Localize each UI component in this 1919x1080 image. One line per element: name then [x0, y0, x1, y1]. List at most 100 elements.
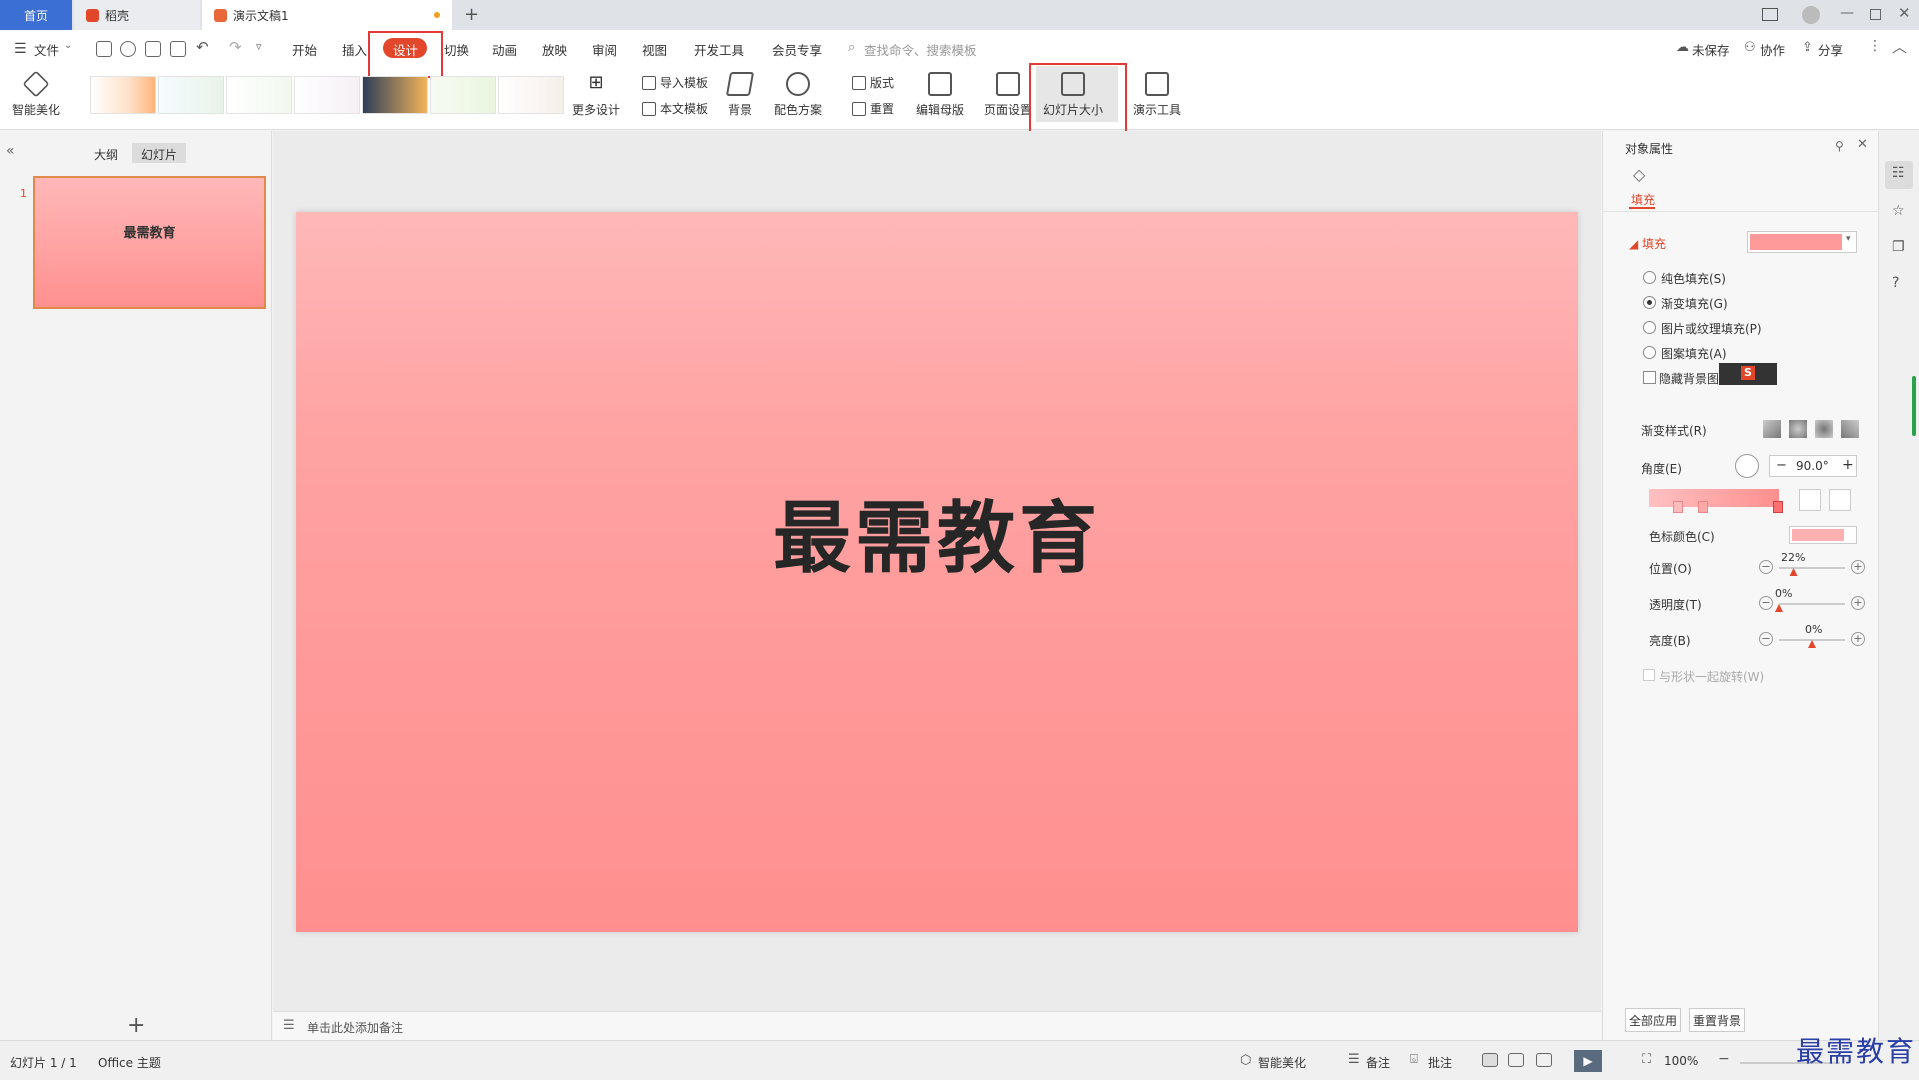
window-layout-icon[interactable]	[1762, 8, 1778, 21]
angle-increase-icon[interactable]: +	[1842, 457, 1854, 473]
save-icon[interactable]	[96, 41, 112, 57]
reset-button[interactable]: 重置	[852, 100, 894, 117]
menu-review[interactable]: 审阅	[592, 40, 617, 59]
position-slider[interactable]	[1779, 567, 1845, 569]
sorter-view-icon[interactable]	[1508, 1053, 1524, 1067]
transparency-thumb[interactable]	[1775, 604, 1783, 612]
panel-title[interactable]: 对象属性	[1625, 140, 1673, 157]
delete-stop-button[interactable]	[1829, 489, 1851, 511]
tab-outline[interactable]: 大纲	[94, 146, 118, 163]
stop-color-picker[interactable]	[1789, 526, 1857, 544]
rotate-with-shape-checkbox[interactable]	[1643, 669, 1655, 681]
menu-insert[interactable]: 插入	[342, 40, 367, 59]
print-preview-icon[interactable]	[170, 41, 186, 57]
tab-daoke[interactable]: 稻壳	[74, 0, 200, 30]
collaborate-button[interactable]: 协作	[1760, 40, 1785, 59]
template-thumb[interactable]	[90, 76, 156, 114]
angle-spinner[interactable]: − 90.0° +	[1769, 455, 1857, 477]
menu-view[interactable]: 视图	[642, 40, 667, 59]
new-tab-plus-icon[interactable]: +	[464, 4, 479, 25]
more-design-button[interactable]: ⊞ 更多设计	[572, 72, 620, 118]
close-window-icon[interactable]: ✕	[1898, 4, 1911, 22]
position-decrease-icon[interactable]: −	[1759, 560, 1773, 574]
menu-animation[interactable]: 动画	[492, 40, 517, 59]
menu-member[interactable]: 会员专享	[772, 40, 822, 59]
brightness-thumb[interactable]	[1808, 640, 1816, 648]
tab-home[interactable]: 首页	[0, 0, 72, 30]
help-icon[interactable]: ?	[1892, 275, 1899, 291]
comments-toggle[interactable]: 批注	[1428, 1054, 1452, 1071]
tab-slides[interactable]: 幻灯片	[141, 146, 177, 163]
transparency-slider[interactable]	[1779, 603, 1845, 605]
unsaved-status[interactable]: 未保存	[1692, 40, 1730, 59]
menu-devtools[interactable]: 开发工具	[694, 40, 744, 59]
smart-beautify-button[interactable]: 智能美化	[12, 70, 60, 118]
template-thumb[interactable]	[158, 76, 224, 114]
redo-icon[interactable]: ↷	[229, 38, 242, 56]
template-thumb[interactable]	[430, 76, 496, 114]
position-increase-icon[interactable]: +	[1851, 560, 1865, 574]
notes-input[interactable]: 单击此处添加备注	[307, 1019, 403, 1036]
template-thumb[interactable]	[226, 76, 292, 114]
gradient-bar[interactable]	[1649, 489, 1779, 507]
slide-title[interactable]: 最需教育	[773, 476, 1101, 588]
format-painter-icon[interactable]	[120, 41, 136, 57]
add-slide-icon[interactable]: +	[127, 1013, 145, 1038]
apply-all-button[interactable]: 全部应用	[1625, 1008, 1681, 1032]
minimize-icon[interactable]: —	[1840, 5, 1854, 21]
scroll-indicator[interactable]	[1912, 376, 1916, 436]
pin-icon[interactable]: ⚲	[1835, 139, 1844, 153]
gradient-stop-3[interactable]	[1773, 501, 1783, 513]
zoom-out-icon[interactable]: −	[1718, 1051, 1730, 1067]
present-tools-button[interactable]: 演示工具	[1133, 72, 1181, 118]
template-thumb[interactable]	[362, 76, 428, 114]
slide[interactable]: 最需教育	[296, 212, 1578, 932]
zoom-level[interactable]: 100%	[1664, 1054, 1698, 1068]
tab-fill[interactable]: 填充	[1631, 191, 1655, 208]
angle-decrease-icon[interactable]: −	[1776, 458, 1787, 473]
gradient-style-linear[interactable]	[1763, 420, 1781, 438]
avatar[interactable]	[1802, 6, 1820, 24]
transparency-decrease-icon[interactable]: −	[1759, 596, 1773, 610]
copy-icon[interactable]: ❐	[1892, 239, 1905, 255]
undo-icon[interactable]: ↶	[196, 38, 209, 56]
page-setup-button[interactable]: 页面设置	[984, 72, 1032, 118]
print-icon[interactable]	[145, 41, 161, 57]
reset-background-button[interactable]: 重置背景	[1689, 1008, 1745, 1032]
gradient-stop-2[interactable]	[1698, 501, 1708, 513]
more-icon[interactable]: ⋮	[1868, 38, 1882, 54]
share-button[interactable]: 分享	[1818, 40, 1843, 59]
reading-view-icon[interactable]	[1536, 1053, 1552, 1067]
menu-transition[interactable]: 切换	[444, 40, 469, 59]
slide-thumbnail[interactable]: 最需教育	[33, 176, 266, 309]
edit-master-button[interactable]: 编辑母版	[916, 72, 964, 118]
restore-icon[interactable]	[1870, 9, 1881, 20]
radio-solid[interactable]	[1643, 271, 1656, 284]
hide-bg-checkbox[interactable]	[1643, 371, 1656, 384]
radio-pattern[interactable]	[1643, 346, 1656, 359]
background-button[interactable]: 背景	[725, 72, 755, 118]
import-template-button[interactable]: 导入模板	[642, 74, 708, 91]
brightness-decrease-icon[interactable]: −	[1759, 632, 1773, 646]
radio-picture[interactable]	[1643, 321, 1656, 334]
gradient-style-path[interactable]	[1841, 420, 1859, 438]
smart-beautify-status[interactable]: 智能美化	[1258, 1054, 1306, 1071]
menu-start[interactable]: 开始	[292, 40, 317, 59]
collapse-ribbon-icon[interactable]: ︿	[1892, 36, 1907, 57]
template-thumb[interactable]	[294, 76, 360, 114]
collapse-panel-icon[interactable]: «	[6, 143, 15, 159]
fill-color-picker[interactable]: ▾	[1747, 231, 1857, 253]
quick-access-more-icon[interactable]: ▿	[256, 40, 262, 53]
close-panel-icon[interactable]: ✕	[1857, 137, 1868, 152]
brightness-increase-icon[interactable]: +	[1851, 632, 1865, 646]
gradient-stop-1[interactable]	[1673, 501, 1683, 513]
this-template-button[interactable]: 本文模板	[642, 100, 708, 117]
gradient-style-radial[interactable]	[1789, 420, 1807, 438]
position-thumb[interactable]	[1789, 568, 1798, 576]
fit-window-icon[interactable]: ⛶	[1642, 1052, 1651, 1067]
radio-gradient[interactable]	[1643, 296, 1656, 309]
search-command[interactable]: 查找命令、搜索模板	[864, 40, 977, 59]
template-thumb[interactable]	[498, 76, 564, 114]
gradient-style-rect[interactable]	[1815, 420, 1833, 438]
normal-view-icon[interactable]	[1482, 1053, 1498, 1067]
